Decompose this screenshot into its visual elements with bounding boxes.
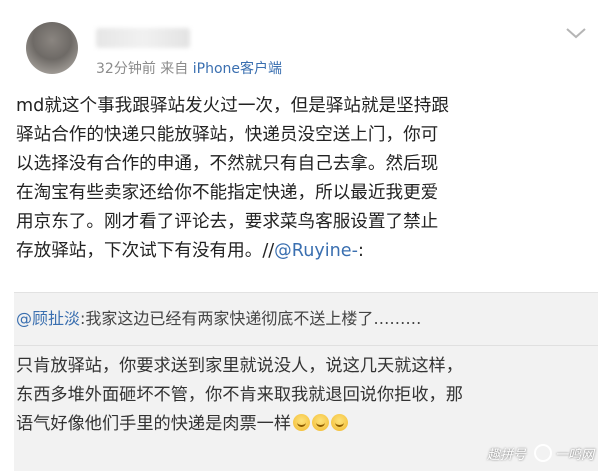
post-line: 在淘宝有些卖家还给你不能指定快递，所以最近我更爱	[16, 183, 439, 203]
quoted-line-last: 语气好像他们手里的快递是肉票一样	[16, 410, 596, 439]
post-meta: 32分钟前 来自 iPhone客户端	[96, 58, 282, 78]
grin-emoji-icon	[331, 414, 349, 431]
quoted-line: 东西多堆外面砸坏不管，你不肯来取我就退回说你拒收，那	[16, 385, 463, 405]
quote-divider	[14, 345, 598, 346]
repost-mention-link[interactable]: @Ruyine-	[274, 241, 358, 261]
quoted-line: 语气好像他们手里的快递是肉票一样	[16, 414, 292, 434]
watermark-logo-icon	[533, 444, 552, 462]
watermark: 趣拼号 一鸣网	[487, 444, 594, 463]
post-body: md就这个事我跟驿站发火过一次，但是驿站就是坚持跟 驿站合作的快递只能放驿站，快…	[16, 92, 596, 266]
watermark-right: 一鸣网	[554, 448, 594, 463]
quoted-body: 只肯放驿站，你要求送到家里就说没人，说这几天就这样， 东西多堆外面砸坏不管，你不…	[16, 352, 596, 439]
post-line: 存放驿站，下次试下有没有用。//	[16, 241, 275, 261]
post-line: md就这个事我跟驿站发火过一次，但是驿站就是坚持跟	[16, 96, 449, 116]
source-prefix: 来自	[160, 61, 189, 77]
username-blurred[interactable]	[96, 28, 190, 48]
quoted-line: 只肯放驿站，你要求送到家里就说没人，说这几天就这样，	[16, 356, 463, 376]
repost-colon: :	[357, 241, 364, 261]
watermark-left: 趣拼号	[486, 448, 526, 463]
post-time: 32分钟前	[96, 61, 156, 77]
post-line: 用京东了。刚才看了评论去，要求菜鸟客服设置了禁止	[16, 212, 439, 232]
quoted-text: :我家这边已经有两家快递彻底不送上楼了………	[80, 309, 422, 328]
post-line: 驿站合作的快递只能放驿站，快递员没空送上门，你可	[16, 125, 439, 145]
avatar[interactable]	[26, 22, 78, 74]
post-line: 以选择没有合作的申通，不然就只有自己去拿。然后现	[16, 154, 439, 174]
post-source[interactable]: iPhone客户端	[193, 61, 282, 77]
quoted-mention-link[interactable]: @顾扯淡	[16, 309, 80, 328]
quoted-header: @顾扯淡:我家这边已经有两家快递彻底不送上楼了………	[16, 306, 421, 332]
chevron-down-icon[interactable]	[564, 26, 588, 44]
post-line-last: 存放驿站，下次试下有没有用。//@Ruyine-:	[16, 237, 596, 266]
grin-emoji-icon	[293, 414, 311, 431]
grin-emoji-icon	[312, 414, 330, 431]
